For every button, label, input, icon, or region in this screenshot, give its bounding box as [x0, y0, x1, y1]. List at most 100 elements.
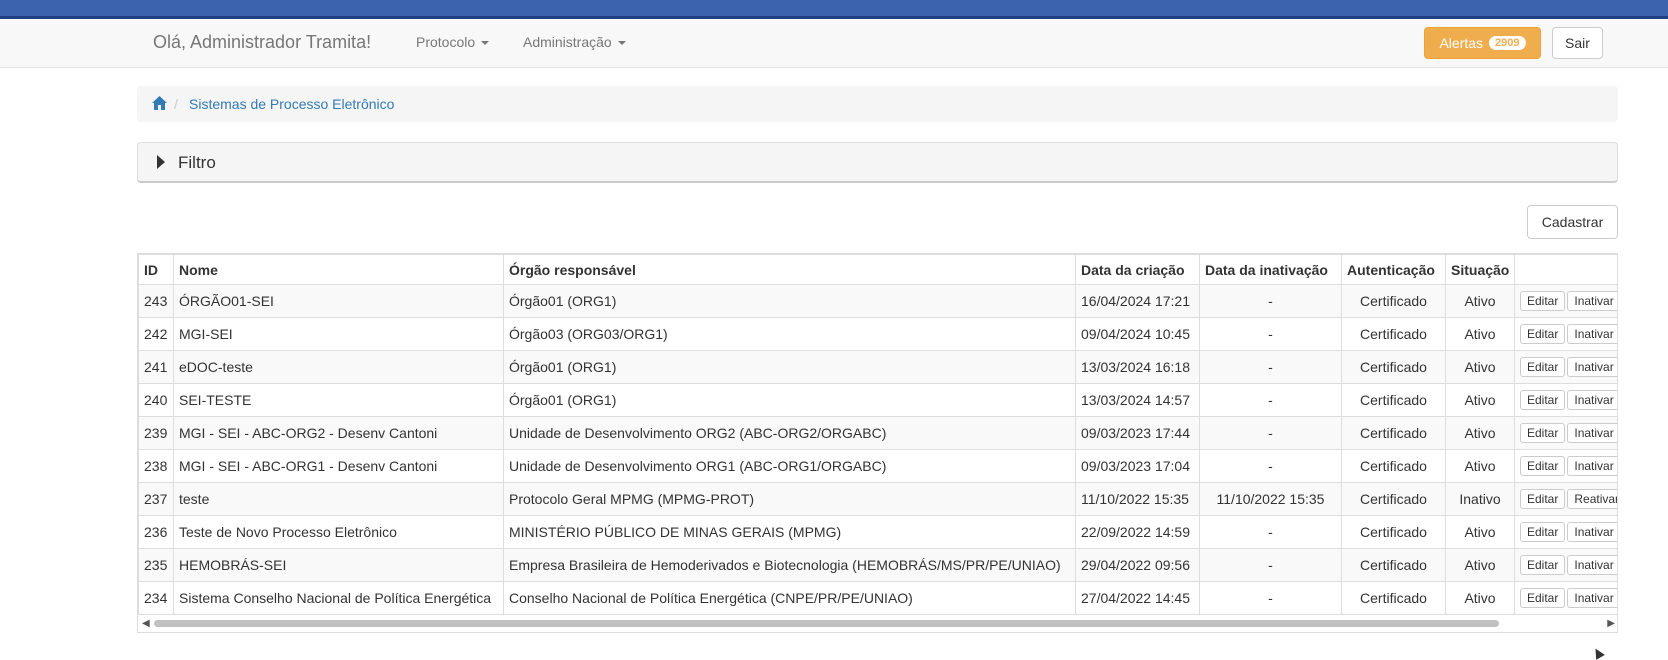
edit-button[interactable]: Editar	[1520, 489, 1566, 509]
cell-situacao: Ativo	[1445, 449, 1515, 483]
edit-button[interactable]: Editar	[1520, 390, 1566, 410]
menu-administracao-label: Administração	[523, 34, 612, 50]
cell-autenticacao: Certificado	[1341, 482, 1446, 516]
cell-autenticacao: Certificado	[1341, 416, 1446, 450]
cell-id: 241	[138, 350, 174, 384]
cell-autenticacao: Certificado	[1341, 383, 1446, 417]
cell-criacao: 29/04/2022 09:56	[1075, 548, 1200, 582]
cell-actions: Editar Inativar	[1514, 581, 1617, 615]
breadcrumb-separator: /	[174, 96, 178, 112]
horizontal-scrollbar[interactable]: ◀ ▶	[138, 615, 1617, 632]
filter-panel-header[interactable]: Filtro	[137, 142, 1618, 183]
cell-actions: Editar Inativar	[1514, 515, 1617, 549]
toggle-status-button[interactable]: Inativar	[1567, 390, 1617, 410]
col-header-actions	[1514, 254, 1617, 285]
col-header-criacao: Data da criação	[1075, 254, 1200, 285]
filter-label: Filtro	[178, 153, 216, 172]
cell-inativacao: -	[1199, 548, 1342, 582]
cell-criacao: 27/04/2022 14:45	[1075, 581, 1200, 615]
col-header-id: ID	[138, 254, 174, 285]
cell-id: 239	[138, 416, 174, 450]
menu-administracao[interactable]: Administração	[523, 34, 626, 50]
logout-button[interactable]: Sair	[1552, 27, 1603, 59]
cell-actions: Editar Inativar	[1514, 449, 1617, 483]
menu-protocolo[interactable]: Protocolo	[416, 34, 490, 50]
cell-situacao: Ativo	[1445, 416, 1515, 450]
cell-situacao: Ativo	[1445, 383, 1515, 417]
cell-id: 234	[138, 581, 174, 615]
edit-button[interactable]: Editar	[1520, 357, 1566, 377]
table-row: 237 teste Protocolo Geral MPMG (MPMG-PRO…	[138, 482, 1617, 516]
edit-button[interactable]: Editar	[1520, 291, 1566, 311]
alerts-count-badge: 2909	[1489, 36, 1526, 50]
alerts-label: Alertas	[1439, 35, 1484, 51]
table-row: 239 MGI - SEI - ABC-ORG2 - Desenv Canton…	[138, 416, 1617, 450]
cell-nome: SEI-TESTE	[173, 383, 504, 417]
table-row: 235 HEMOBRÁS-SEI Empresa Brasileira de H…	[138, 548, 1617, 582]
cell-autenticacao: Certificado	[1341, 317, 1446, 351]
cell-orgao: Órgão01 (ORG1)	[503, 383, 1076, 417]
toggle-status-button[interactable]: Inativar	[1567, 291, 1617, 311]
cell-orgao: Órgão03 (ORG03/ORG1)	[503, 317, 1076, 351]
cell-id: 240	[138, 383, 174, 417]
cell-id: 237	[138, 482, 174, 516]
scroll-right-arrow-icon[interactable]: ▶	[1607, 618, 1615, 629]
col-header-autenticacao: Autenticação	[1341, 254, 1446, 285]
greeting[interactable]: Olá, Administrador Tramita!	[153, 32, 371, 53]
cell-autenticacao: Certificado	[1341, 284, 1446, 318]
home-icon[interactable]	[152, 96, 167, 113]
toggle-status-button[interactable]: Inativar	[1567, 357, 1617, 377]
cell-nome: MGI-SEI	[173, 317, 504, 351]
cell-inativacao: -	[1199, 350, 1342, 384]
cell-criacao: 16/04/2024 17:21	[1075, 284, 1200, 318]
toggle-status-button[interactable]: Inativar	[1567, 522, 1617, 542]
cell-criacao: 09/03/2023 17:04	[1075, 449, 1200, 483]
edit-button[interactable]: Editar	[1520, 588, 1566, 608]
menu-protocolo-label: Protocolo	[416, 34, 476, 50]
edit-button[interactable]: Editar	[1520, 522, 1566, 542]
navbar: Olá, Administrador Tramita! Protocolo Ad…	[0, 19, 1668, 68]
cell-actions: Editar Inativar	[1514, 548, 1617, 582]
toggle-status-button[interactable]: Inativar	[1567, 456, 1617, 476]
edit-button[interactable]: Editar	[1520, 423, 1566, 443]
cell-situacao: Ativo	[1445, 350, 1515, 384]
cell-actions: Editar Reativar	[1514, 482, 1617, 516]
cell-actions: Editar Inativar	[1514, 284, 1617, 318]
cell-criacao: 09/04/2024 10:45	[1075, 317, 1200, 351]
breadcrumb-current[interactable]: Sistemas de Processo Eletrônico	[189, 96, 394, 112]
cell-actions: Editar Inativar	[1514, 416, 1617, 450]
toggle-status-button[interactable]: Reativar	[1567, 489, 1617, 509]
caret-right-icon	[157, 155, 165, 169]
cell-id: 243	[138, 284, 174, 318]
toggle-status-button[interactable]: Inativar	[1567, 324, 1617, 344]
edit-button[interactable]: Editar	[1520, 324, 1566, 344]
table-row: 234 Sistema Conselho Nacional de Polític…	[138, 581, 1617, 615]
cell-orgao: Unidade de Desenvolvimento ORG1 (ABC-ORG…	[503, 449, 1076, 483]
cell-orgao: Conselho Nacional de Política Energética…	[503, 581, 1076, 615]
col-header-inativacao: Data da inativação	[1199, 254, 1342, 285]
scroll-left-arrow-icon[interactable]: ◀	[142, 618, 150, 629]
cell-autenticacao: Certificado	[1341, 449, 1446, 483]
cell-autenticacao: Certificado	[1341, 548, 1446, 582]
col-header-situacao: Situação	[1445, 254, 1515, 285]
caret-down-icon	[617, 41, 626, 46]
register-button[interactable]: Cadastrar	[1527, 205, 1618, 239]
cell-nome: Sistema Conselho Nacional de Política En…	[173, 581, 504, 615]
cell-nome: eDOC-teste	[173, 350, 504, 384]
systems-table: ID Nome Órgão responsável Data da criaçã…	[137, 253, 1618, 633]
toggle-status-button[interactable]: Inativar	[1567, 588, 1617, 608]
toggle-status-button[interactable]: Inativar	[1567, 423, 1617, 443]
edit-button[interactable]: Editar	[1520, 555, 1566, 575]
cell-inativacao: -	[1199, 383, 1342, 417]
cell-actions: Editar Inativar	[1514, 383, 1617, 417]
cell-orgao: Órgão01 (ORG1)	[503, 350, 1076, 384]
edit-button[interactable]: Editar	[1520, 456, 1566, 476]
scrollbar-thumb[interactable]	[154, 620, 1499, 627]
cell-nome: teste	[173, 482, 504, 516]
toggle-status-button[interactable]: Inativar	[1567, 555, 1617, 575]
alerts-button[interactable]: Alertas 2909	[1424, 27, 1541, 59]
cell-autenticacao: Certificado	[1341, 515, 1446, 549]
col-header-orgao: Órgão responsável	[503, 254, 1076, 285]
cell-inativacao: -	[1199, 515, 1342, 549]
cell-inativacao: -	[1199, 317, 1342, 351]
